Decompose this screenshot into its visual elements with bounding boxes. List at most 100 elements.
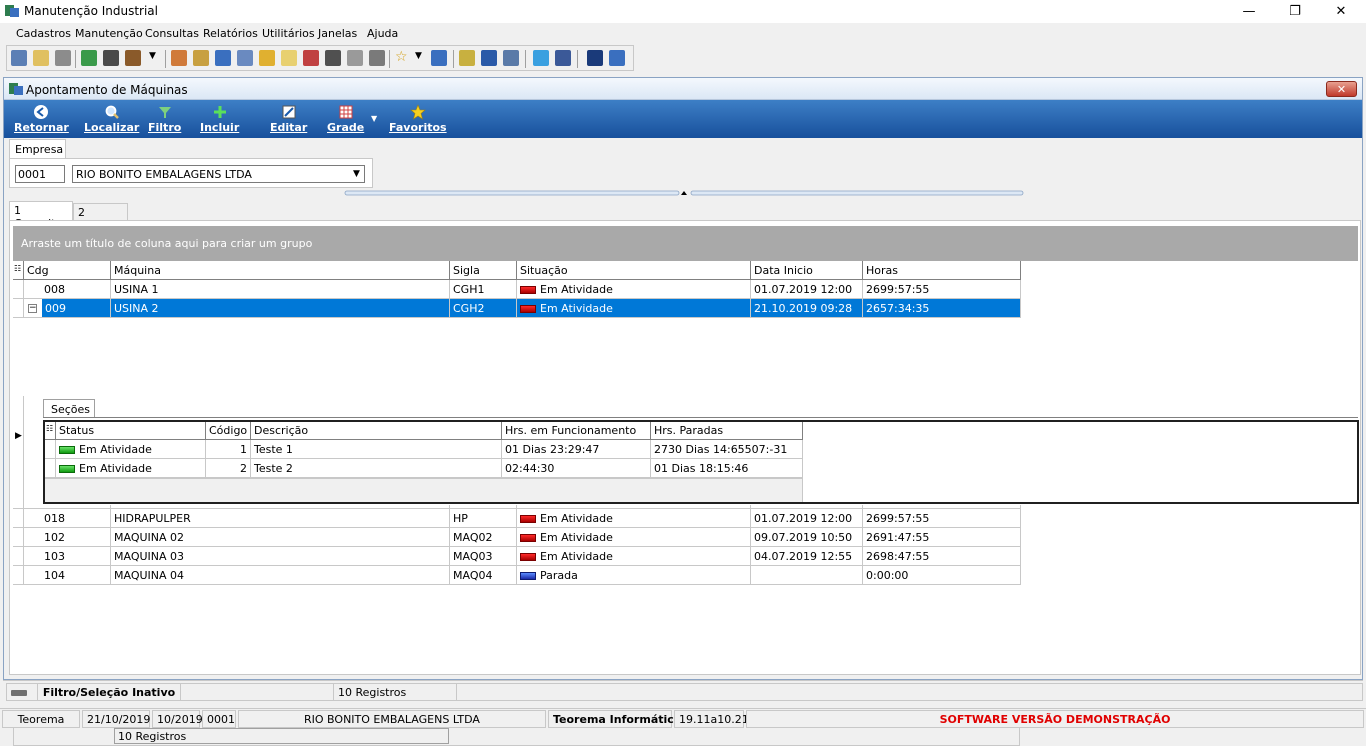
menu-manutencao[interactable]: Manutenção — [75, 27, 143, 40]
clipboard-icon[interactable] — [55, 50, 71, 66]
col-codigo[interactable]: Código — [206, 422, 251, 440]
lock-icon[interactable] — [259, 50, 275, 66]
cell-cdg: 104 — [24, 566, 111, 585]
menu-utilitarios[interactable]: Utilitários — [262, 27, 315, 40]
dropdown-arrow-icon[interactable]: ▼ — [149, 51, 156, 61]
detail-row[interactable]: Em Atividade 1 Teste 1 01 Dias 23:29:47 2730… — [45, 440, 803, 459]
empresa-code-input[interactable]: 0001 — [15, 165, 65, 183]
cell-sigla: MAQ02 — [450, 528, 517, 547]
cell-status: Em Atividade — [56, 440, 206, 459]
globe-icon[interactable] — [81, 50, 97, 66]
cell-horas: 2699:57:55 — [863, 280, 1021, 299]
cell-situacao: Em Atividade — [517, 299, 751, 318]
cell-situacao-text: Em Atividade — [540, 512, 613, 525]
table-row[interactable]: 103 MAQUINA 03 MAQ03 Em Atividade 04.07.2019… — [13, 547, 1021, 566]
favorites-star-icon[interactable]: ☆ — [395, 49, 408, 65]
column-chooser-icon[interactable]: ☷ — [13, 261, 24, 280]
tools-icon[interactable] — [103, 50, 119, 66]
col-status[interactable]: Status — [56, 422, 206, 440]
retornar-button[interactable]: Retornar — [14, 104, 69, 134]
close-button[interactable]: ✕ — [1318, 0, 1364, 23]
grade-dropdown-icon[interactable]: ▼ — [371, 114, 377, 123]
editar-button[interactable]: Editar — [270, 104, 307, 134]
star-icon — [409, 104, 426, 120]
filter-icon — [158, 107, 171, 118]
facebook-icon[interactable] — [555, 50, 571, 66]
table-row[interactable]: 102 MAQUINA 02 MAQ02 Em Atividade 09.07.2019… — [13, 528, 1021, 547]
menu-janelas[interactable]: Janelas — [318, 27, 357, 40]
restore-button[interactable]: ❐ — [1272, 0, 1318, 23]
empresa-select[interactable]: RIO BONITO EMBALAGENS LTDA — [72, 165, 365, 183]
monitor-icon[interactable] — [215, 50, 231, 66]
menu-cadastros[interactable]: Cadastros — [16, 27, 71, 40]
menu-ajuda[interactable]: Ajuda — [367, 27, 398, 40]
key-icon[interactable] — [281, 50, 297, 66]
calculator-icon[interactable] — [237, 50, 253, 66]
calendar-icon[interactable] — [193, 50, 209, 66]
status-bar: Filtro/Seleção Inativo 10 Registros — [3, 680, 1363, 702]
cell-data-inicio — [751, 566, 863, 585]
row-indicator — [13, 280, 24, 299]
table-row[interactable]: −009 USINA 2 CGH2 Em Atividade 21.10.2019 09… — [13, 299, 1021, 318]
screen-icon[interactable] — [587, 50, 603, 66]
group-by-area[interactable]: Arraste um título de coluna aqui para cr… — [13, 226, 1358, 261]
table-row[interactable]: 018 HIDRAPULPER HP Em Atividade 01.07.2019 1… — [13, 509, 1021, 528]
col-descricao[interactable]: Descrição — [251, 422, 502, 440]
cell-situacao: Em Atividade — [517, 528, 751, 547]
exchange-icon[interactable] — [459, 50, 475, 66]
detail-column-chooser-icon[interactable]: ☷ — [45, 422, 56, 440]
box-icon[interactable] — [125, 50, 141, 66]
add-user-icon[interactable] — [369, 50, 385, 66]
edit-icon — [282, 105, 296, 119]
settings-icon[interactable] — [347, 50, 363, 66]
consulta-pane: Arraste um título de coluna aqui para cr… — [9, 220, 1361, 746]
menu-consultas[interactable]: Consultas — [145, 27, 199, 40]
help-icon[interactable] — [481, 50, 497, 66]
col-hrs-funcionamento[interactable]: Hrs. em Funcionamento — [502, 422, 651, 440]
col-cdg[interactable]: Cdg — [24, 261, 111, 280]
link-icon[interactable] — [503, 50, 519, 66]
chevron-down-icon[interactable]: ▼ — [348, 165, 365, 183]
users-icon[interactable] — [171, 50, 187, 66]
cancel-icon[interactable] — [303, 50, 319, 66]
favorites-dropdown-icon[interactable]: ▼ — [415, 51, 422, 61]
exit-icon[interactable] — [609, 50, 625, 66]
cell-sigla: MAQ03 — [450, 547, 517, 566]
cell-cdg: −009 — [24, 299, 111, 318]
printer-icon[interactable] — [325, 50, 341, 66]
detail-row[interactable]: Em Atividade 2 Teste 2 02:44:30 01 Dias 18:1… — [45, 459, 803, 478]
grade-button[interactable]: Grade — [327, 104, 364, 134]
col-hrs-paradas[interactable]: Hrs. Paradas — [651, 422, 803, 440]
localizar-button[interactable]: Localizar — [84, 104, 139, 134]
col-maquina[interactable]: Máquina — [111, 261, 450, 280]
table-row[interactable]: 104 MAQUINA 04 MAQ04 Parada 0:00:00 — [13, 566, 1021, 585]
filtro-button[interactable]: Filtro — [148, 104, 181, 134]
col-data-inicio[interactable]: Data Inicio — [751, 261, 863, 280]
menu-relatorios[interactable]: Relatórios — [203, 27, 258, 40]
minimize-button[interactable]: — — [1226, 0, 1272, 23]
filter-status: Filtro/Seleção Inativo — [37, 683, 181, 701]
col-situacao[interactable]: Situação — [517, 261, 751, 280]
action-ribbon: Retornar Localizar Filtro Incluir Editar… — [4, 100, 1362, 138]
twitter-icon[interactable] — [533, 50, 549, 66]
col-horas[interactable]: Horas — [863, 261, 1021, 280]
vendor-name: Teorema Informática — [548, 710, 681, 728]
cell-maquina: USINA 2 — [111, 299, 450, 318]
child-close-button[interactable]: ✕ — [1326, 81, 1357, 97]
table-row[interactable]: 008 USINA 1 CGH1 Em Atividade 01.07.2019 12:… — [13, 280, 1021, 299]
favoritos-button[interactable]: Favoritos — [389, 104, 447, 134]
splitter-handle[interactable] — [344, 190, 1024, 197]
row-indicator-icon: ▶ — [15, 431, 22, 441]
collapse-icon[interactable]: − — [28, 304, 37, 313]
col-sigla[interactable]: Sigla — [450, 261, 517, 280]
child-logo-icon — [9, 83, 23, 95]
tab-secoes[interactable]: Seções — [43, 399, 95, 418]
incluir-button[interactable]: Incluir — [200, 104, 239, 134]
tab-selecao[interactable]: 2 Seleção — [73, 203, 128, 232]
download-icon[interactable] — [431, 50, 447, 66]
app-titlebar: Manutenção Industrial — ❐ ✕ — [0, 0, 1366, 23]
document-icon[interactable] — [33, 50, 49, 66]
cell-horas: 0:00:00 — [863, 566, 1021, 585]
tab-consulta[interactable]: 1 Consulta — [9, 201, 73, 230]
list-icon[interactable] — [11, 50, 27, 66]
